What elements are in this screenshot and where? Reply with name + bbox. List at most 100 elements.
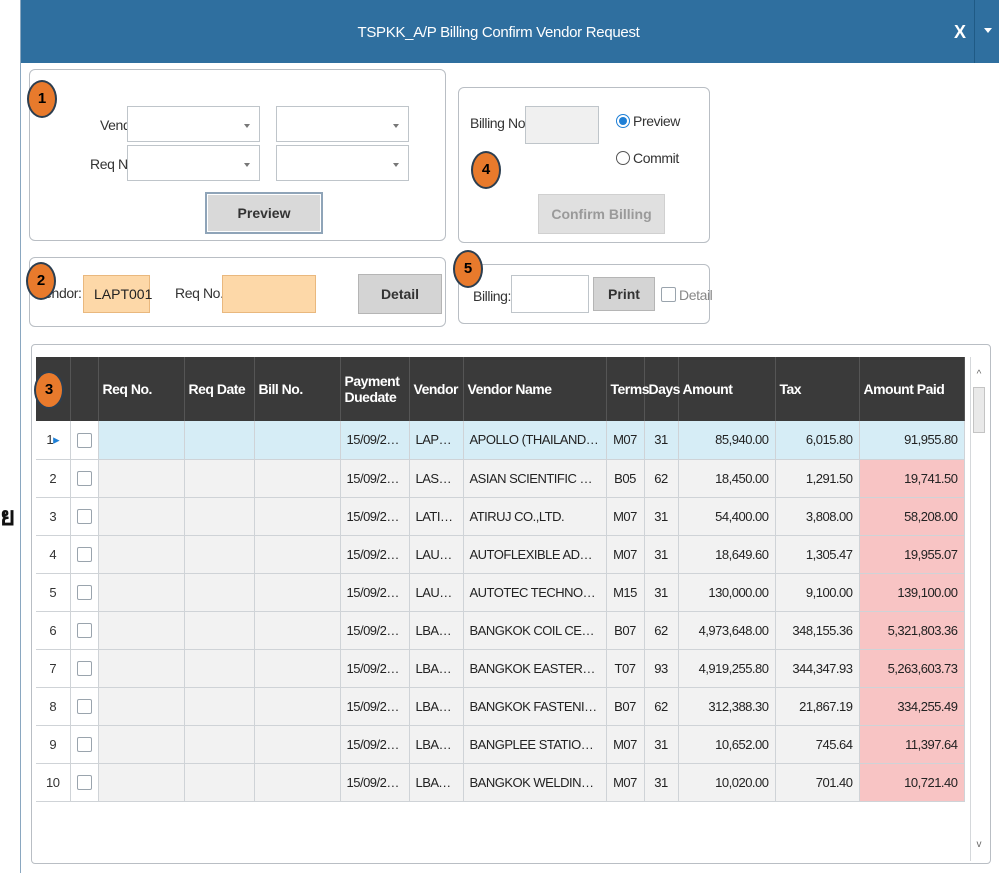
vendor-name-cell[interactable]: AUTOFLEXIBLE ADVANCED... <box>463 535 607 574</box>
vendor-name-cell[interactable]: AUTOTEC TECHNOLOGY SE... <box>463 573 607 612</box>
table-row[interactable]: 7 15/09/2018 LBAE002 BANGKOK EASTERN COIL C… <box>36 649 965 688</box>
terms-cell[interactable]: T07 <box>606 649 645 688</box>
req-date-cell[interactable] <box>184 497 255 536</box>
reqno-to-combo[interactable] <box>276 145 409 181</box>
amount-cell[interactable]: 10,652.00 <box>678 725 776 764</box>
billing-no-field[interactable] <box>525 106 599 144</box>
bill-no-cell[interactable] <box>254 649 341 688</box>
row-number[interactable]: 7 <box>36 649 71 688</box>
duedate-cell[interactable]: 15/09/2018 <box>340 573 410 612</box>
tax-cell[interactable]: 348,155.36 <box>775 611 860 650</box>
vendor-name-cell[interactable]: BANGKOK COIL CENTER C... <box>463 611 607 650</box>
vendor-code-field[interactable]: LAPT001 <box>83 275 152 313</box>
row-number[interactable]: 8 <box>36 687 71 726</box>
window-menu-button[interactable] <box>974 0 999 63</box>
vendor-name-cell[interactable]: BANGKOK FASTENING TEC... <box>463 687 607 726</box>
detail-button[interactable]: Detail <box>358 274 442 314</box>
bill-no-cell[interactable] <box>254 573 341 612</box>
scroll-up-icon[interactable]: ^ <box>971 365 987 385</box>
bill-no-cell[interactable] <box>254 687 341 726</box>
tax-cell[interactable]: 1,305.47 <box>775 535 860 574</box>
req-date-cell[interactable] <box>184 459 255 498</box>
vendor-cell[interactable]: LAUT002 <box>409 573 464 612</box>
terms-cell[interactable]: B07 <box>606 611 645 650</box>
row-number[interactable]: 10 <box>36 763 71 802</box>
tax-cell[interactable]: 21,867.19 <box>775 687 860 726</box>
duedate-cell[interactable]: 15/09/2018 <box>340 763 410 802</box>
row-checkbox[interactable] <box>70 725 99 764</box>
bill-no-cell[interactable] <box>254 763 341 802</box>
col-header[interactable]: Payment Duedate <box>340 357 410 421</box>
days-cell[interactable]: 93 <box>644 649 679 688</box>
duedate-cell[interactable]: 15/09/2018 <box>340 497 410 536</box>
vendor-to-combo[interactable] <box>276 106 409 142</box>
amount-paid-cell[interactable]: 19,741.50 <box>859 459 965 498</box>
preview-button[interactable]: Preview <box>205 192 323 234</box>
vendor-name-cell[interactable]: ASIAN SCIENTIFIC CO.,LTD. <box>463 459 607 498</box>
table-row[interactable]: 6 15/09/2018 LBAC001 BANGKOK COIL CENTER C.… <box>36 611 965 650</box>
row-checkbox[interactable] <box>70 611 99 650</box>
req-no-cell[interactable] <box>98 649 185 688</box>
terms-cell[interactable]: B07 <box>606 687 645 726</box>
terms-cell[interactable]: M07 <box>606 535 645 574</box>
row-checkbox[interactable] <box>70 649 99 688</box>
amount-paid-cell[interactable]: 334,255.49 <box>859 687 965 726</box>
days-cell[interactable]: 31 <box>644 421 679 460</box>
tax-cell[interactable]: 745.64 <box>775 725 860 764</box>
vendor-name-cell[interactable]: BANGKOK EASTERN COIL C... <box>463 649 607 688</box>
amount-paid-cell[interactable]: 58,208.00 <box>859 497 965 536</box>
bill-no-cell[interactable] <box>254 421 341 460</box>
scroll-down-icon[interactable]: v <box>971 835 987 855</box>
row-select-checkbox[interactable] <box>76 775 92 790</box>
billing-field[interactable] <box>511 275 589 313</box>
table-row[interactable]: 10 15/09/2018 LBAW001 BANGKOK WELDING (THAI… <box>36 763 965 802</box>
vendor-cell[interactable]: LASS003 <box>409 459 464 498</box>
req-date-cell[interactable] <box>184 421 255 460</box>
duedate-cell[interactable]: 15/09/2018 <box>340 421 410 460</box>
row-select-checkbox[interactable] <box>76 737 92 752</box>
vendor-cell[interactable]: LBAW001 <box>409 763 464 802</box>
req-no-cell[interactable] <box>98 573 185 612</box>
days-cell[interactable]: 62 <box>644 611 679 650</box>
vendor-cell[interactable]: LBAC001 <box>409 611 464 650</box>
row-number[interactable]: 4 <box>36 535 71 574</box>
vendor-name-cell[interactable]: APOLLO (THAILAND) CO.,LT... <box>463 421 607 460</box>
bill-no-cell[interactable] <box>254 611 341 650</box>
vendor-from-combo[interactable] <box>127 106 260 142</box>
req-no-cell[interactable] <box>98 459 185 498</box>
col-header[interactable]: Req Date <box>184 357 255 421</box>
table-row[interactable]: 8 15/09/2018 LBAF002 BANGKOK FASTENING TEC.… <box>36 687 965 726</box>
row-checkbox[interactable] <box>70 573 99 612</box>
req-no-cell[interactable] <box>98 725 185 764</box>
table-row[interactable]: 3 15/09/2018 LATI001 ATIRUJ CO.,LTD. M07 31 54… <box>36 497 965 536</box>
col-header[interactable]: Amount <box>678 357 776 421</box>
col-header[interactable]: Tax <box>775 357 860 421</box>
table-row[interactable]: 9 15/09/2018 LBAS001 BANGPLEE STATIONERY LT… <box>36 725 965 764</box>
row-select-checkbox[interactable] <box>76 547 92 562</box>
row-select-checkbox[interactable] <box>76 585 92 600</box>
vertical-scrollbar[interactable]: ^ v <box>970 357 987 861</box>
vendor-cell[interactable]: LAUA001 <box>409 535 464 574</box>
amount-paid-cell[interactable]: 139,100.00 <box>859 573 965 612</box>
days-cell[interactable]: 31 <box>644 763 679 802</box>
vendor-cell[interactable]: LAPT001 <box>409 421 464 460</box>
scroll-thumb[interactable] <box>973 387 985 433</box>
col-header[interactable]: Vendor <box>409 357 464 421</box>
row-checkbox[interactable] <box>70 763 99 802</box>
tax-cell[interactable]: 1,291.50 <box>775 459 860 498</box>
amount-paid-cell[interactable]: 5,263,603.73 <box>859 649 965 688</box>
confirm-billing-button[interactable]: Confirm Billing <box>538 194 665 234</box>
row-select-checkbox[interactable] <box>76 509 92 524</box>
amount-cell[interactable]: 4,919,255.80 <box>678 649 776 688</box>
req-date-cell[interactable] <box>184 649 255 688</box>
amount-cell[interactable]: 312,388.30 <box>678 687 776 726</box>
duedate-cell[interactable]: 15/09/2018 <box>340 687 410 726</box>
duedate-cell[interactable]: 15/09/2018 <box>340 611 410 650</box>
row-checkbox[interactable] <box>70 535 99 574</box>
amount-cell[interactable]: 85,940.00 <box>678 421 776 460</box>
row-checkbox[interactable] <box>70 459 99 498</box>
tax-cell[interactable]: 3,808.00 <box>775 497 860 536</box>
terms-cell[interactable]: M15 <box>606 573 645 612</box>
bill-no-cell[interactable] <box>254 725 341 764</box>
row-select-checkbox[interactable] <box>76 661 92 676</box>
